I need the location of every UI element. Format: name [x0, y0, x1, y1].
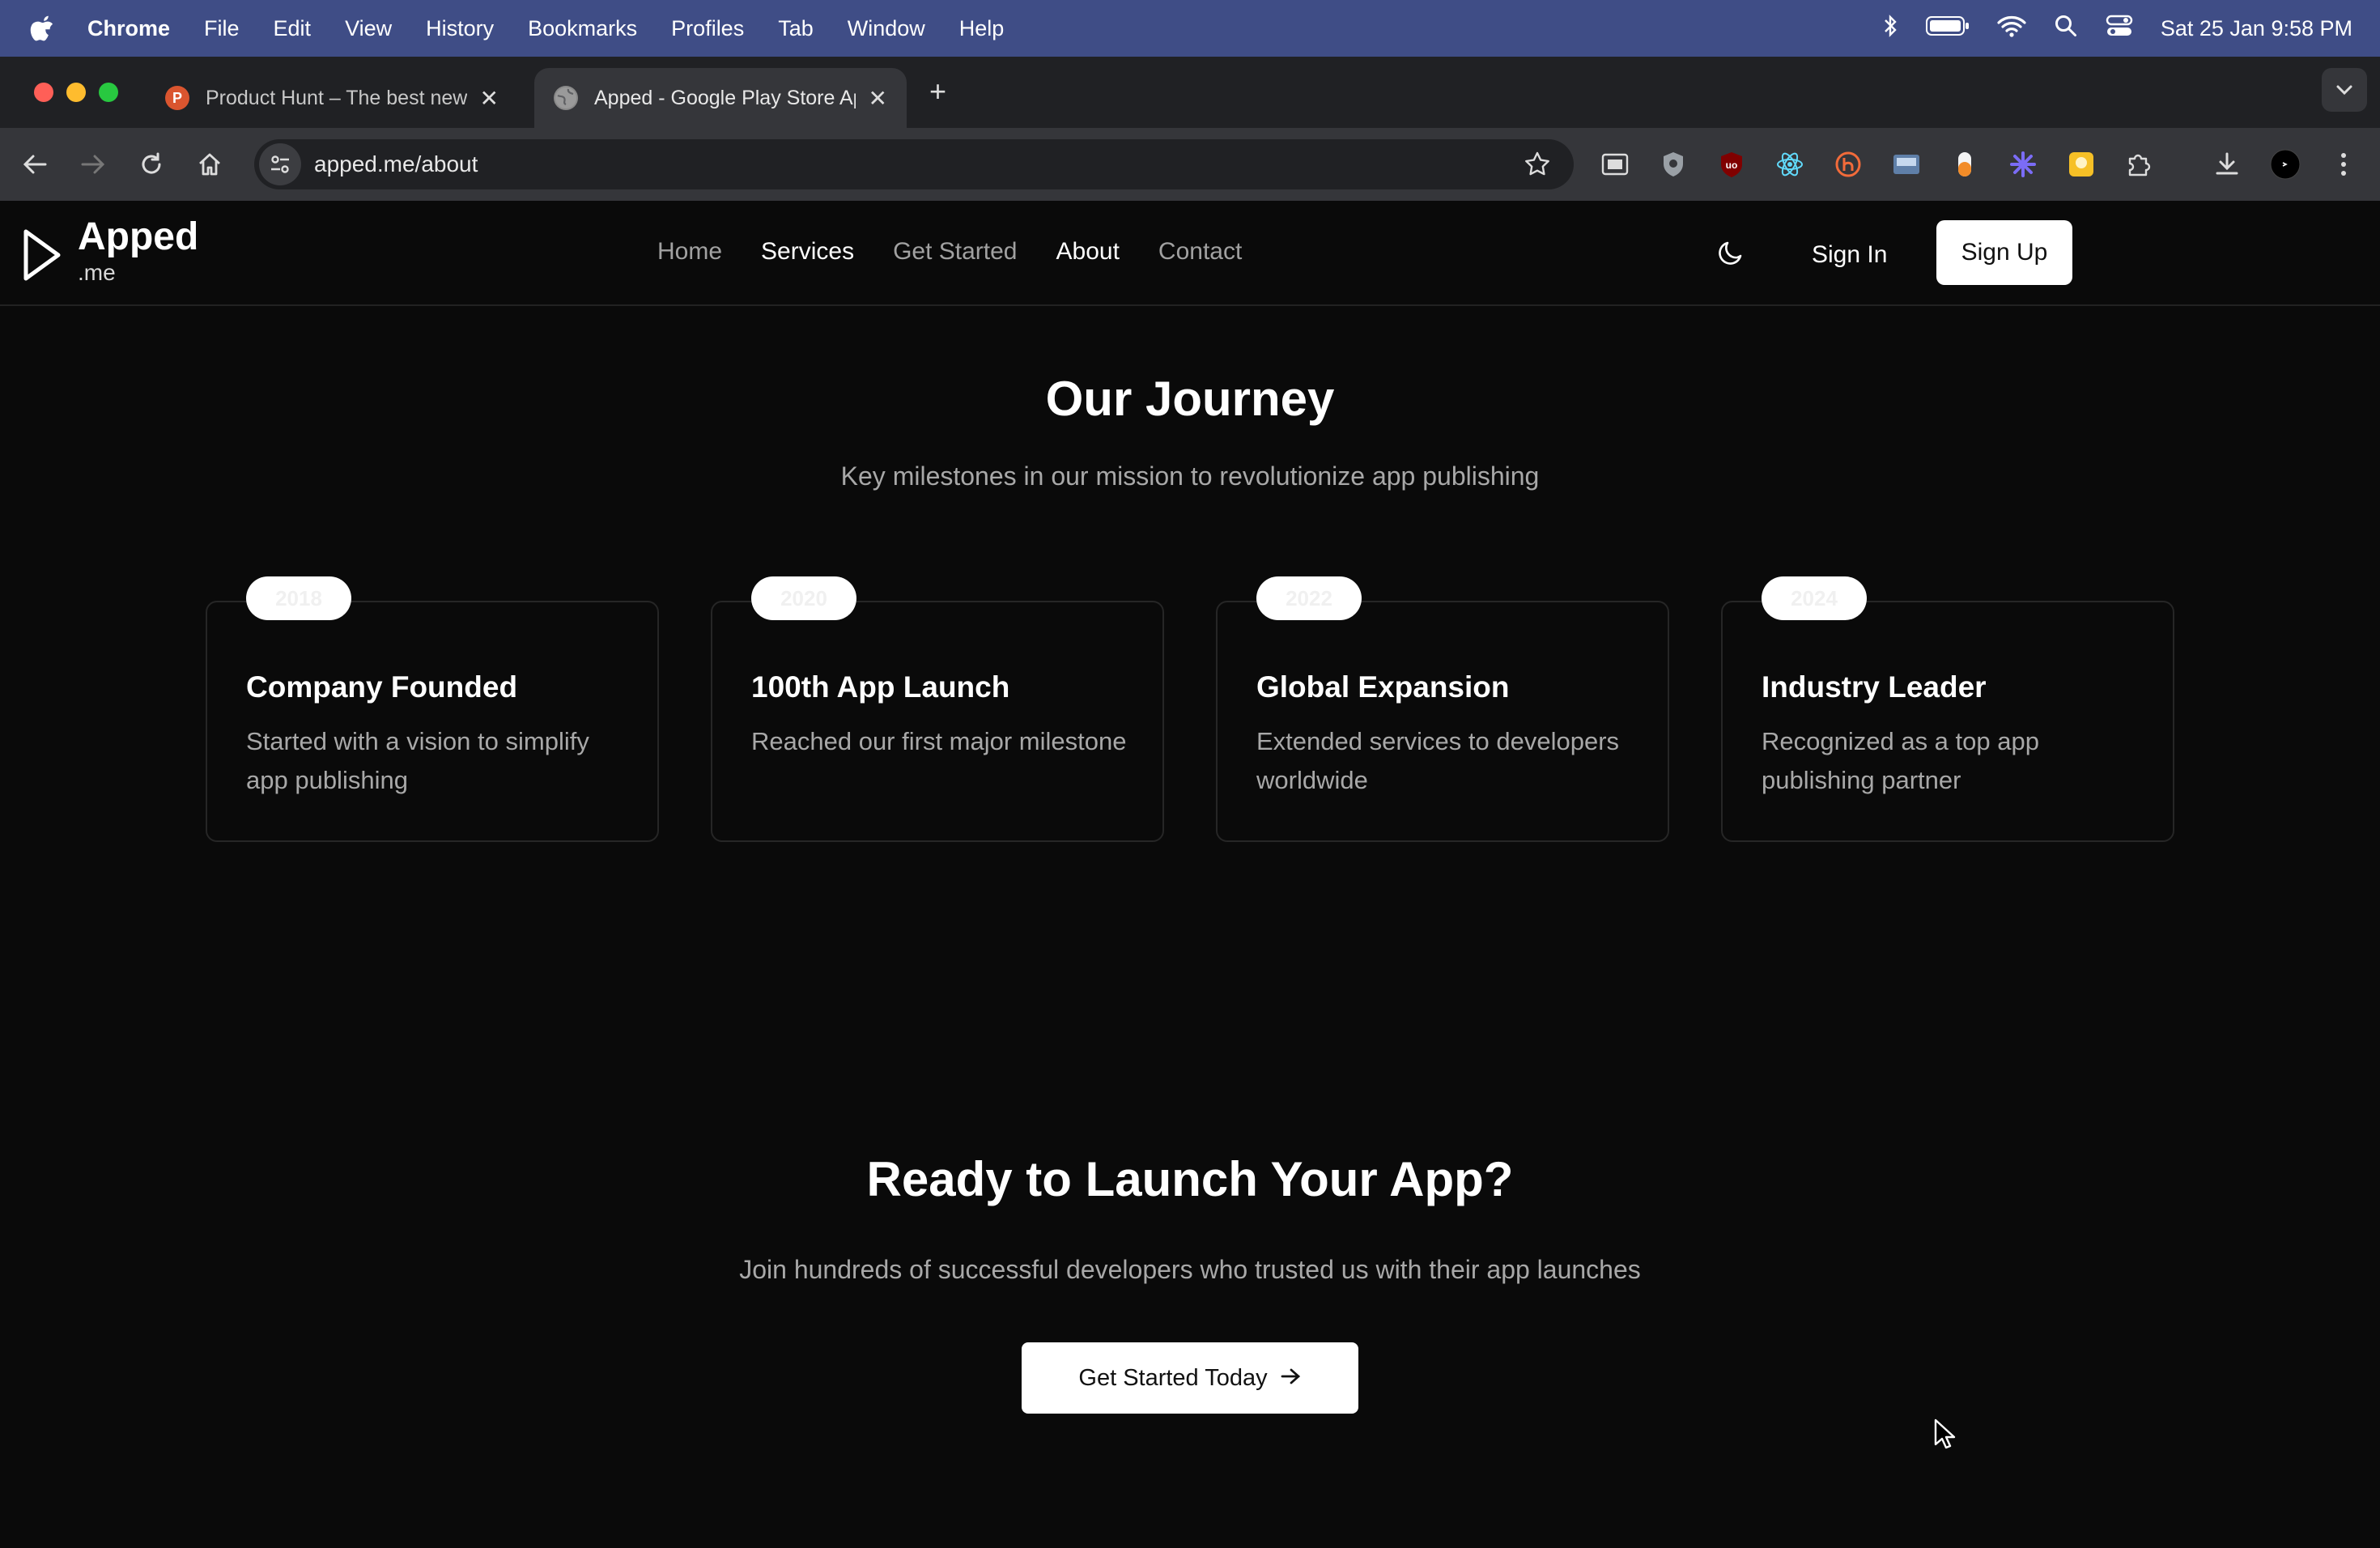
journey-heading: Our Journey: [1045, 372, 1335, 426]
brand-name: Apped: [78, 215, 199, 258]
menu-view[interactable]: View: [345, 16, 392, 41]
milestone-title: Global Expansion: [1256, 670, 1510, 704]
nav-link-contact[interactable]: Contact: [1158, 238, 1242, 266]
battery-icon[interactable]: [1925, 15, 1970, 42]
address-bar[interactable]: [254, 139, 1574, 189]
react-devtools-extension-icon[interactable]: [1774, 149, 1805, 180]
arrow-right-icon: [1281, 1365, 1302, 1392]
reload-icon[interactable]: [134, 147, 168, 181]
web-page: Apped .me Home Services Get Started Abou…: [0, 201, 2380, 1548]
milestone-card: 2020 100th App Launch Reached our first …: [711, 576, 1164, 842]
journey-subtitle: Key milestones in our mission to revolut…: [840, 461, 1540, 491]
shield-extension-icon[interactable]: [1658, 149, 1689, 180]
window-controls: [34, 83, 118, 102]
yellow-note-extension-icon[interactable]: [2066, 149, 2097, 180]
nav-link-get-started[interactable]: Get Started: [893, 238, 1017, 266]
milestone-description: Reached our first major milestone: [751, 727, 1127, 755]
cta-subtitle: Join hundreds of successful developers w…: [739, 1255, 1641, 1284]
picture-in-picture-extension-icon[interactable]: [1600, 149, 1630, 180]
tab-search-chevron-icon[interactable]: [2322, 68, 2367, 112]
orange-capsule-extension-icon[interactable]: [1949, 149, 1980, 180]
extensions-puzzle-icon[interactable]: [2124, 149, 2155, 180]
control-center-icon[interactable]: [2106, 15, 2133, 43]
milestone-title: 100th App Launch: [751, 670, 1010, 704]
milestone-year-badge: 2024: [1762, 576, 1867, 620]
sign-in-button[interactable]: Sign In: [1797, 223, 1902, 287]
menu-window[interactable]: Window: [848, 16, 925, 41]
svg-text:uo: uo: [1726, 159, 1738, 171]
milestone-year-badge: 2020: [751, 576, 856, 620]
milestone-description: Recognized as a top app publishing partn…: [1762, 727, 2039, 794]
screen-capture-extension-icon[interactable]: [1891, 149, 1922, 180]
product-hunt-favicon-icon: P: [165, 86, 189, 110]
menu-tab[interactable]: Tab: [778, 16, 814, 41]
site-info-tune-icon[interactable]: [259, 143, 301, 185]
milestone-card: 2022 Global Expansion Extended services …: [1216, 576, 1669, 842]
milestone-card: 2018 Company Founded Started with a visi…: [206, 576, 659, 842]
milestone-year-badge: 2022: [1256, 576, 1362, 620]
menubar-clock[interactable]: Sat 25 Jan 9:58 PM: [2161, 16, 2352, 41]
ublock-origin-extension-icon[interactable]: uo: [1716, 149, 1747, 180]
tab-title: Apped - Google Play Store Ap: [594, 86, 856, 109]
nav-link-services[interactable]: Services: [761, 238, 854, 266]
milestone-year-badge: 2018: [246, 576, 351, 620]
nav-link-about[interactable]: About: [1056, 238, 1120, 266]
orange-h-extension-icon[interactable]: [1833, 149, 1864, 180]
forward-arrow-icon[interactable]: [76, 147, 110, 181]
menu-history[interactable]: History: [426, 16, 494, 41]
purple-star-extension-icon[interactable]: [2008, 149, 2038, 180]
menu-file[interactable]: File: [204, 16, 240, 41]
close-tab-icon[interactable]: ✕: [869, 85, 887, 112]
sign-up-button[interactable]: Sign Up: [1936, 220, 2072, 285]
bluetooth-icon[interactable]: [1882, 14, 1898, 44]
milestone-card: 2024 Industry Leader Recognized as a top…: [1721, 576, 2174, 842]
spotlight-search-icon[interactable]: [2054, 14, 2078, 44]
get-started-today-button[interactable]: Get Started Today: [1022, 1342, 1358, 1414]
globe-favicon-icon: [554, 86, 578, 110]
nav-link-home[interactable]: Home: [657, 238, 722, 266]
play-logo-icon: [23, 229, 61, 281]
browser-toolbar: uo: [0, 128, 2380, 201]
milestone-title: Industry Leader: [1762, 670, 1987, 704]
bookmark-star-icon[interactable]: [1524, 151, 1551, 182]
close-tab-icon[interactable]: ✕: [480, 85, 499, 112]
cta-heading: Ready to Launch Your App?: [866, 1152, 1514, 1206]
menu-profiles[interactable]: Profiles: [671, 16, 744, 41]
back-arrow-icon[interactable]: [18, 147, 52, 181]
wifi-icon[interactable]: [1997, 15, 2026, 43]
browser-tab-strip: P Product Hunt – The best new ✕ Apped - …: [0, 57, 2380, 128]
dark-mode-moon-icon[interactable]: [1715, 236, 1747, 269]
milestone-description: Extended services to developers worldwid…: [1256, 727, 1620, 794]
new-tab-plus-icon[interactable]: +: [929, 74, 946, 108]
cta-button-label: Get Started Today: [1078, 1364, 1268, 1391]
site-logo[interactable]: Apped .me: [21, 215, 198, 287]
downloads-icon[interactable]: [2212, 149, 2242, 180]
tab-title: Product Hunt – The best new: [206, 86, 467, 109]
close-window-button[interactable]: [34, 83, 53, 102]
macos-menu-bar: Chrome File Edit View History Bookmarks …: [0, 0, 2380, 57]
minimize-window-button[interactable]: [66, 83, 86, 102]
main-navigation: Home Services Get Started About Contact: [657, 238, 1242, 266]
brand-tld: .me: [78, 260, 116, 285]
site-header: Apped .me Home Services Get Started Abou…: [0, 201, 2380, 306]
menu-app-name[interactable]: Chrome: [87, 16, 170, 41]
profile-avatar-icon[interactable]: [2270, 149, 2301, 180]
chrome-menu-kebab-icon[interactable]: [2328, 149, 2359, 180]
menu-bookmarks[interactable]: Bookmarks: [528, 16, 637, 41]
menu-help[interactable]: Help: [959, 16, 1005, 41]
logo-text: Apped .me: [78, 215, 198, 287]
menu-edit[interactable]: Edit: [274, 16, 312, 41]
milestone-title: Company Founded: [246, 670, 518, 704]
mouse-cursor-icon: [1933, 1418, 1957, 1451]
browser-tab-product-hunt[interactable]: P Product Hunt – The best new ✕: [146, 68, 518, 128]
url-input[interactable]: [314, 151, 1447, 177]
milestone-description: Started with a vision to simplify app pu…: [246, 727, 589, 794]
apple-icon[interactable]: [28, 14, 57, 43]
menubar-status-area: Sat 25 Jan 9:58 PM: [1882, 14, 2352, 44]
browser-tab-apped[interactable]: Apped - Google Play Store Ap ✕: [534, 68, 907, 128]
home-icon[interactable]: [193, 147, 227, 181]
zoom-window-button[interactable]: [99, 83, 118, 102]
